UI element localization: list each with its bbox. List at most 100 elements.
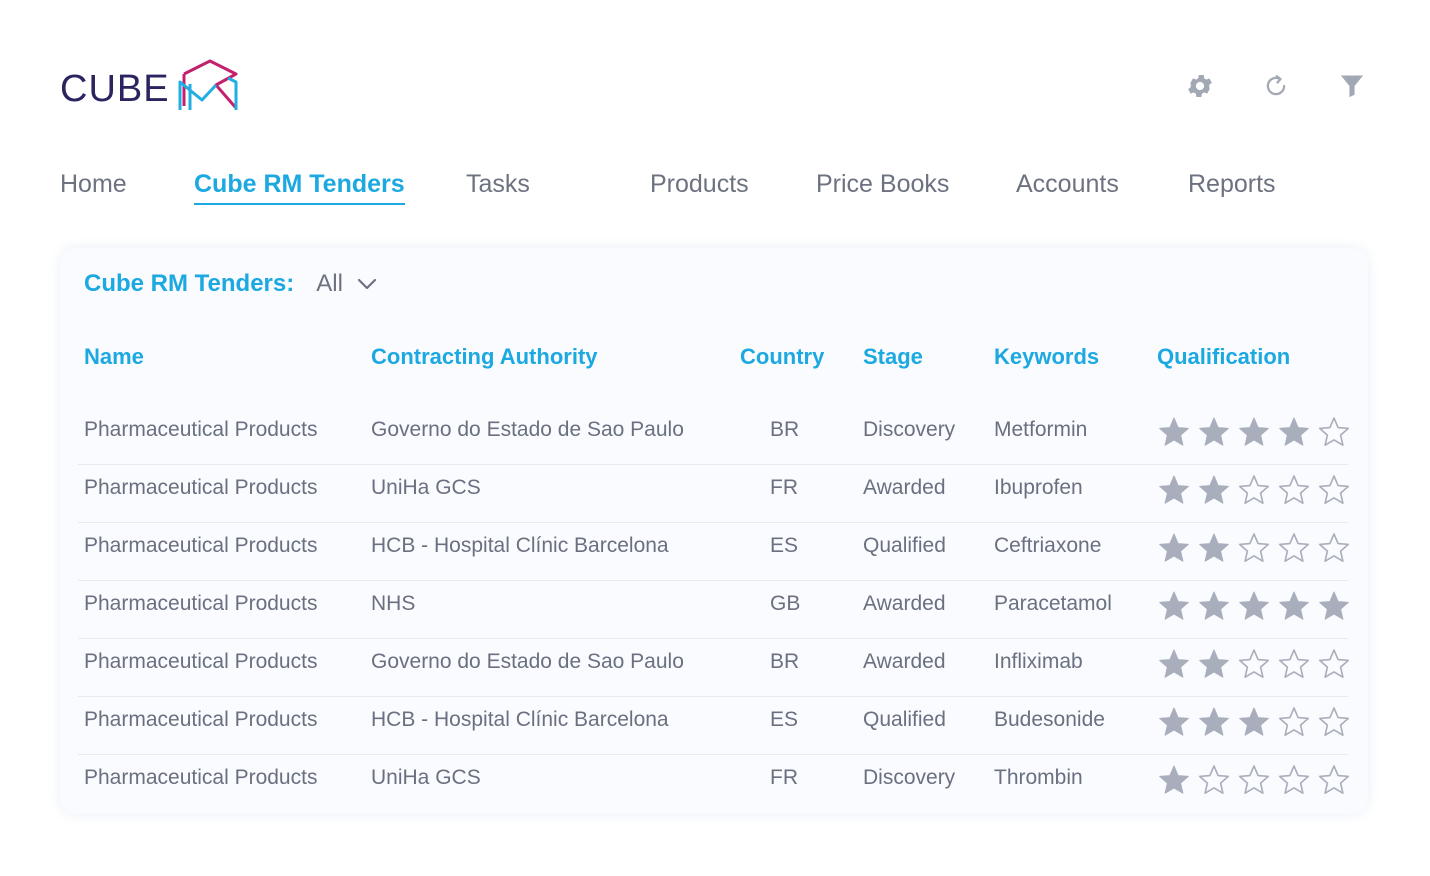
cell-name: Pharmaceutical Products [84,534,318,557]
star-outline-icon[interactable] [1318,474,1350,506]
star-outline-icon[interactable] [1238,764,1270,796]
star-filled-icon[interactable] [1278,590,1310,622]
table-row[interactable]: Pharmaceutical Products Governo do Estad… [78,406,1350,465]
star-filled-icon[interactable] [1158,416,1190,448]
column-header-contracting-authority[interactable]: Contracting Authority [371,344,598,370]
cell-authority: Governo do Estado de Sao Paulo [371,650,684,673]
column-header-name[interactable]: Name [84,344,144,370]
star-filled-icon[interactable] [1238,590,1270,622]
star-outline-icon[interactable] [1238,532,1270,564]
column-header-qualification[interactable]: Qualification [1157,344,1290,370]
qualification-rating[interactable] [1158,764,1350,796]
star-outline-icon[interactable] [1198,764,1230,796]
logo-text: CUBE [60,68,170,110]
cell-stage: Discovery [863,418,956,441]
qualification-rating[interactable] [1158,648,1350,680]
cell-authority: Governo do Estado de Sao Paulo [371,418,684,441]
cell-stage: Discovery [863,766,956,789]
app-page: CUBE Home Cube RM Tenders Tasks Products… [0,0,1430,876]
qualification-rating[interactable] [1158,590,1350,622]
star-outline-icon[interactable] [1278,706,1310,738]
star-outline-icon[interactable] [1318,532,1350,564]
star-outline-icon[interactable] [1318,706,1350,738]
star-filled-icon[interactable] [1198,706,1230,738]
cube-rm-logo[interactable]: CUBE [60,58,242,114]
list-view-dropdown[interactable]: All [316,270,377,298]
cell-authority: HCB - Hospital Clínic Barcelona [371,708,669,731]
column-header-stage[interactable]: Stage [863,344,923,370]
nav-accounts[interactable]: Accounts [1016,170,1119,203]
column-header-keywords[interactable]: Keywords [994,344,1099,370]
cell-keyword: Metformin [994,418,1088,441]
star-filled-icon[interactable] [1198,416,1230,448]
table-row[interactable]: Pharmaceutical Products HCB - Hospital C… [78,696,1350,755]
star-filled-icon[interactable] [1158,764,1190,796]
nav-reports[interactable]: Reports [1188,170,1276,203]
star-outline-icon[interactable] [1238,474,1270,506]
cell-country: FR [770,766,798,789]
gear-icon [1188,75,1212,97]
list-header: Cube RM Tenders: All [84,270,377,298]
star-filled-icon[interactable] [1158,474,1190,506]
column-header-country[interactable]: Country [740,344,824,370]
rm-logo-mark-icon [178,59,238,110]
star-outline-icon[interactable] [1278,532,1310,564]
refresh-button[interactable] [1260,68,1292,104]
table-row[interactable]: Pharmaceutical Products HCB - Hospital C… [78,522,1350,581]
table-row[interactable]: Pharmaceutical Products Governo do Estad… [78,638,1350,697]
cell-keyword: Infliximab [994,650,1083,673]
star-outline-icon[interactable] [1318,648,1350,680]
star-filled-icon[interactable] [1318,590,1350,622]
star-outline-icon[interactable] [1278,474,1310,506]
list-title: Cube RM Tenders: [84,270,295,297]
nav-cube-rm-tenders[interactable]: Cube RM Tenders [194,170,405,205]
star-outline-icon[interactable] [1318,764,1350,796]
star-filled-icon[interactable] [1158,706,1190,738]
cell-name: Pharmaceutical Products [84,708,318,731]
cell-country: BR [770,650,800,673]
star-outline-icon[interactable] [1318,416,1350,448]
star-outline-icon[interactable] [1278,648,1310,680]
qualification-rating[interactable] [1158,416,1350,448]
cell-stage: Awarded [863,592,946,615]
cell-keyword: Budesonide [994,708,1105,731]
settings-button[interactable] [1184,68,1216,104]
star-filled-icon[interactable] [1278,416,1310,448]
cell-stage: Qualified [863,708,946,731]
nav-home[interactable]: Home [60,170,127,203]
cell-name: Pharmaceutical Products [84,592,318,615]
star-outline-icon[interactable] [1238,648,1270,680]
nav-tasks[interactable]: Tasks [466,170,530,203]
star-filled-icon[interactable] [1158,532,1190,564]
star-filled-icon[interactable] [1198,590,1230,622]
star-filled-icon[interactable] [1158,590,1190,622]
cell-name: Pharmaceutical Products [84,476,318,499]
cell-keyword: Thrombin [994,766,1083,789]
star-filled-icon[interactable] [1238,416,1270,448]
cell-keyword: Ibuprofen [994,476,1083,499]
refresh-icon [1266,75,1286,96]
star-filled-icon[interactable] [1158,648,1190,680]
cell-stage: Awarded [863,476,946,499]
qualification-rating[interactable] [1158,474,1350,506]
star-filled-icon[interactable] [1198,648,1230,680]
toolbar [1184,68,1368,104]
star-outline-icon[interactable] [1278,764,1310,796]
table-row[interactable]: Pharmaceutical Products UniHa GCS FR Dis… [78,754,1350,812]
qualification-rating[interactable] [1158,532,1350,564]
nav-products[interactable]: Products [650,170,749,203]
list-view-value: All [316,270,343,297]
cell-country: ES [770,534,799,557]
qualification-rating[interactable] [1158,706,1350,738]
cell-authority: HCB - Hospital Clínic Barcelona [371,534,669,557]
star-filled-icon[interactable] [1198,474,1230,506]
table-row[interactable]: Pharmaceutical Products NHS GB Awarded P… [78,580,1350,639]
cell-authority: NHS [371,592,416,615]
cell-name: Pharmaceutical Products [84,766,318,789]
star-filled-icon[interactable] [1198,532,1230,564]
table-row[interactable]: Pharmaceutical Products UniHa GCS FR Awa… [78,464,1350,523]
star-filled-icon[interactable] [1238,706,1270,738]
cell-keyword: Paracetamol [994,592,1112,615]
filter-button[interactable] [1336,68,1368,104]
nav-price-books[interactable]: Price Books [816,170,949,203]
